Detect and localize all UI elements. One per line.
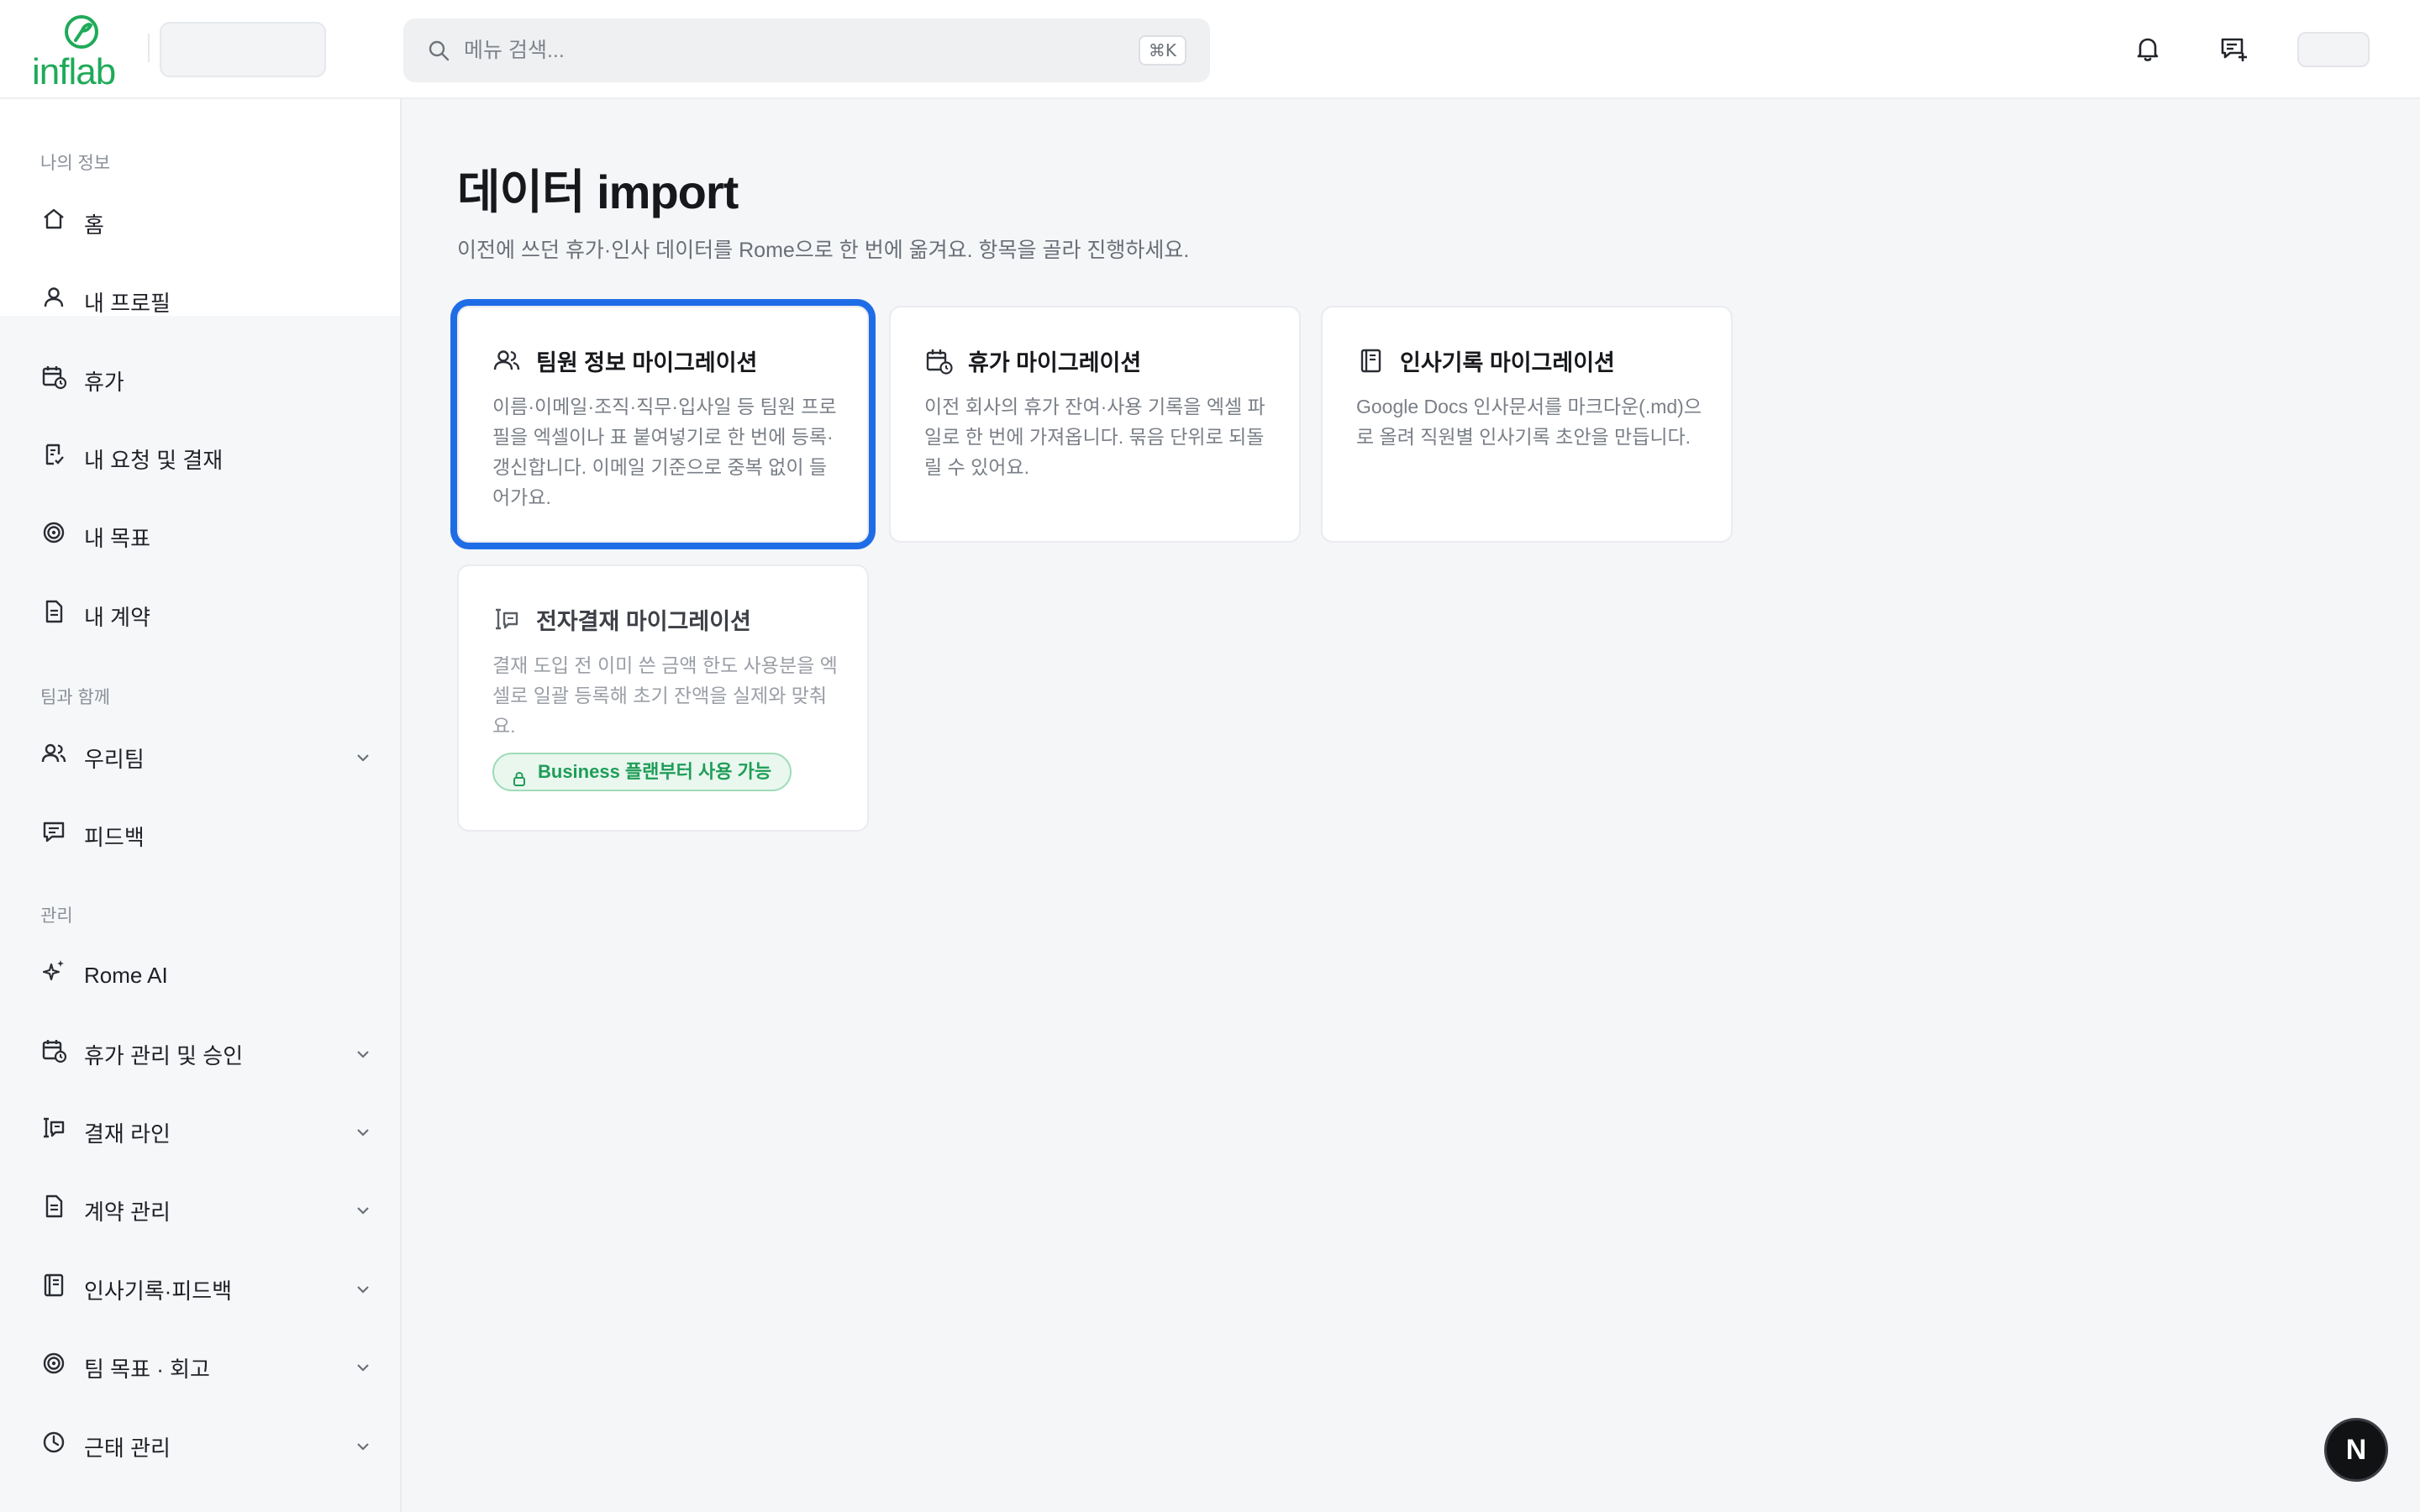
sidebar-item-approval-line[interactable]: 결재 라인 [40, 1107, 373, 1158]
message-plus-icon[interactable] [2217, 32, 2250, 66]
chevron-down-icon [353, 1357, 373, 1378]
card-approval-migration[interactable]: 전자결재 마이그레이션 결재 도입 전 이미 쓴 금액 한도 사용분을 엑셀로 … [457, 564, 869, 832]
users-icon [492, 346, 521, 375]
workspace-switcher[interactable] [160, 22, 326, 77]
sidebar-item-rome-ai[interactable]: Rome AI [40, 950, 373, 1000]
chevron-down-icon [353, 1436, 373, 1457]
card-title: 전자결재 마이그레이션 [536, 609, 751, 634]
card-description: 이전 회사의 휴가 잔여·사용 기록을 엑셀 파일로 한 번에 가져옵니다. 묶… [924, 396, 1265, 478]
clipboard-icon [40, 441, 67, 468]
sidebar-item-our-team[interactable]: 우리팀 [40, 732, 373, 783]
calendar-clock-icon [924, 346, 953, 375]
section-label-my-info: 나의 정보 [40, 154, 111, 173]
svg-text:inflab: inflab [32, 51, 115, 89]
card-title: 인사기록 마이그레이션 [1400, 350, 1615, 375]
top-header: inflab ⌘K [0, 0, 2420, 99]
sidebar: 나의 정보 홈 내 프로필 휴가 내 요청 및 결재 내 목표 내 계약 팀과 … [0, 99, 402, 1512]
sidebar-item-my-contracts[interactable]: 내 계약 [40, 591, 373, 641]
lock-icon [511, 764, 528, 786]
menu-search[interactable]: ⌘K [403, 18, 1210, 82]
card-hr-record-migration[interactable]: 인사기록 마이그레이션 Google Docs 인사문서를 마크다운(.md)으… [1321, 306, 1733, 543]
plan-badge: Business 플랜부터 사용 가능 [492, 753, 792, 791]
document-icon [40, 598, 67, 625]
chevron-down-icon [353, 1044, 373, 1064]
notebook-icon [1356, 346, 1385, 375]
sidebar-item-leave[interactable]: 휴가 [40, 355, 373, 406]
chevron-down-icon [353, 1122, 373, 1142]
target-icon [40, 1350, 67, 1377]
user-icon [40, 284, 67, 311]
chevron-down-icon [353, 1200, 373, 1221]
inflab-logo[interactable]: inflab [32, 12, 134, 92]
card-title: 휴가 마이그레이션 [968, 350, 1142, 375]
sparkles-icon [40, 958, 67, 984]
card-description: Google Docs 인사문서를 마크다운(.md)으로 올려 직원별 인사기… [1356, 396, 1702, 448]
clock-icon [40, 1429, 67, 1456]
bell-icon[interactable] [2131, 32, 2165, 66]
section-label-admin: 관리 [40, 906, 73, 926]
chevron-down-icon [353, 1279, 373, 1299]
card-description: 이름·이메일·조직·직무·입사일 등 팀원 프로필을 엑셀이나 표 붙여넣기로 … [492, 396, 837, 508]
target-icon [40, 519, 67, 546]
chevron-down-icon [353, 748, 373, 768]
user-menu[interactable] [2297, 32, 2370, 67]
card-title: 팀원 정보 마이그레이션 [536, 350, 758, 375]
message-icon [40, 818, 67, 845]
page-description: 이전에 쓰던 휴가·인사 데이터를 Rome으로 한 번에 옮겨요. 항목을 골… [457, 239, 1190, 262]
document-icon [40, 1193, 67, 1220]
sidebar-item-profile[interactable]: 내 프로필 [40, 276, 373, 327]
sidebar-item-contract-management[interactable]: 계약 관리 [40, 1185, 373, 1236]
search-shortcut-badge: ⌘K [1138, 35, 1186, 66]
approval-line-icon [492, 605, 521, 633]
card-member-migration[interactable]: 팀원 정보 마이그레이션 이름·이메일·조직·직무·입사일 등 팀원 프로필을 … [457, 306, 869, 543]
header-divider [148, 34, 150, 62]
approval-line-icon [40, 1115, 67, 1142]
home-icon [40, 206, 67, 233]
section-label-team: 팀과 함께 [40, 688, 111, 707]
dev-tools-button[interactable]: N [2324, 1418, 2388, 1482]
card-leave-migration[interactable]: 휴가 마이그레이션 이전 회사의 휴가 잔여·사용 기록을 엑셀 파일로 한 번… [889, 306, 1301, 543]
card-description: 결재 도입 전 이미 쓴 금액 한도 사용분을 엑셀로 일괄 등록해 초기 잔액… [492, 654, 838, 737]
notebook-icon [40, 1272, 67, 1299]
page-title: 데이터 import [457, 165, 739, 218]
sidebar-item-my-goals[interactable]: 내 목표 [40, 512, 373, 562]
badge-label: Business 플랜부터 사용 가능 [538, 761, 772, 782]
sidebar-item-my-requests[interactable]: 내 요청 및 결재 [40, 433, 373, 484]
calendar-clock-icon [40, 1037, 67, 1063]
search-icon [427, 39, 450, 62]
sidebar-item-hr-records[interactable]: 인사기록·피드백 [40, 1264, 373, 1315]
sidebar-item-leave-management[interactable]: 휴가 관리 및 승인 [40, 1029, 373, 1079]
users-icon [40, 740, 67, 767]
sidebar-item-attendance[interactable]: 근태 관리 [40, 1421, 373, 1472]
search-input[interactable] [464, 34, 1052, 67]
sidebar-item-feedback[interactable]: 피드백 [40, 811, 373, 861]
sidebar-item-team-goals[interactable]: 팀 목표 · 회고 [40, 1342, 373, 1393]
calendar-clock-icon [40, 363, 67, 390]
sidebar-item-home[interactable]: 홈 [40, 198, 373, 249]
